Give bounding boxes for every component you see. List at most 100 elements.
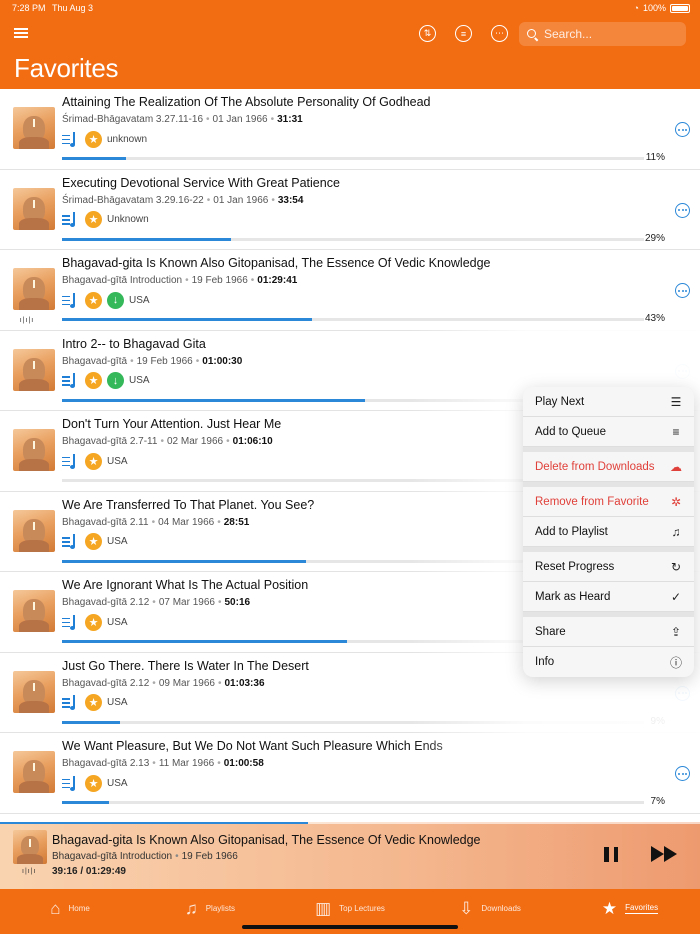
lecture-date: 09 Mar 1966 xyxy=(158,677,215,689)
lecture-progress-label: 7% xyxy=(650,796,665,807)
lecture-progress-label: 9% xyxy=(650,715,665,727)
lecture-source: Bhagavad-gītā 2.11 xyxy=(62,516,149,528)
lecture-source: Bhagavad-gītā Introduction xyxy=(62,275,183,286)
lecture-source: Bhagavad-gītā 2.13 xyxy=(62,758,150,769)
lecture-row[interactable]: Attaining The Realization Of The Absolut… xyxy=(0,89,700,170)
playlists-icon: ♫ xyxy=(184,899,198,918)
lecture-title: We Are Transferred To That Planet. You S… xyxy=(62,497,315,512)
lecture-badges: ★ ↓ USA xyxy=(62,291,150,309)
queue-icon xyxy=(62,533,80,550)
lecture-progress xyxy=(62,157,644,160)
lecture-progress xyxy=(62,801,644,804)
lecture-meta: Bhagavad-gītā 2.7-11 • 02 Mar 1966 • 01:06:1… xyxy=(62,436,273,447)
more-options-button[interactable] xyxy=(675,363,690,379)
lecture-source: Śrimad-Bhāgavatam 3.27.11-16 xyxy=(62,114,204,125)
queue-icon xyxy=(62,292,80,309)
tab-favorites[interactable]: ★ Favorites xyxy=(560,889,700,934)
lecture-artwork xyxy=(13,268,55,310)
menu-item-add-to-queue[interactable]: Add to Queue ≡ xyxy=(523,417,694,447)
menu-item-reset-progress[interactable]: Reset Progress ↻ xyxy=(523,552,694,582)
status-right: ◔ 100% xyxy=(634,3,690,13)
lecture-meta: Bhagavad-gītā 2.12 • 07 Mar 1966 • 50:16 xyxy=(62,597,251,608)
lecture-meta: Bhagavad-gītā • 19 Feb 1966 • 01:00:30 xyxy=(62,355,243,367)
search-input[interactable] xyxy=(544,27,674,41)
lecture-source: Bhagavad-gītā xyxy=(62,355,128,367)
sort-icon[interactable]: ⇅ xyxy=(419,25,436,42)
tab-label: Favorites xyxy=(625,903,659,914)
more-options-button[interactable] xyxy=(675,283,690,298)
reset-icon: ↻ xyxy=(670,559,682,574)
menu-item-label: Play Next xyxy=(535,395,585,408)
home-indicator xyxy=(242,925,458,929)
lecture-date: 07 Mar 1966 xyxy=(158,597,215,608)
lecture-row[interactable]: Executing Devotional Service With Great … xyxy=(0,170,700,250)
menu-item-share[interactable]: Share ⇪ xyxy=(523,617,694,647)
lecture-duration: 01:00:30 xyxy=(202,355,243,367)
now-playing-progress-fill xyxy=(0,822,308,824)
queue-icon xyxy=(62,211,80,228)
favorite-star-icon: ★ xyxy=(85,694,102,711)
lecture-duration: 31:31 xyxy=(277,114,303,125)
menu-item-mark-as-heard[interactable]: Mark as Heard ✓ xyxy=(523,582,694,612)
star-icon: ★ xyxy=(601,899,618,918)
lecture-title: Bhagavad-gita Is Known Also Gitopanisad,… xyxy=(62,256,491,270)
menu-item-label: Info xyxy=(535,656,555,668)
lecture-row[interactable]: We Want Pleasure, But We Do Not Want Suc… xyxy=(0,733,700,814)
lecture-date: 02 Mar 1966 xyxy=(166,436,224,447)
lecture-row[interactable]: ı|ı|ı Bhagavad-gita Is Known Also Gitopan… xyxy=(0,250,700,331)
playlist-add-icon: ♫ xyxy=(671,524,681,539)
menu-item-remove-from-favorite[interactable]: Remove from Favorite ✲ xyxy=(523,487,694,517)
lecture-progress xyxy=(62,237,644,241)
lecture-progress-fill xyxy=(62,640,348,643)
lecture-badges: ★ USA xyxy=(62,774,128,792)
menu-item-label: Reset Progress xyxy=(535,560,615,573)
more-options-button[interactable] xyxy=(675,685,690,701)
lecture-badges: ★ ↓ USA xyxy=(62,372,150,390)
menu-item-label: Delete from Downloads xyxy=(535,460,655,473)
lecture-duration: 01:06:10 xyxy=(232,436,273,447)
hamburger-menu-icon[interactable] xyxy=(14,28,28,38)
menu-item-label: Add to Queue xyxy=(535,425,606,438)
lecture-progress-fill xyxy=(62,318,313,321)
now-playing-artwork xyxy=(13,830,47,864)
lecture-meta: Śrimad-Bhāgavatam 3.27.11-16 • 01 Jan 1966… xyxy=(62,114,303,125)
status-bar: 7:28 PM Thu Aug 3 ◔ 100% xyxy=(0,3,700,15)
queue-icon xyxy=(62,453,80,470)
lecture-badges: ★ USA xyxy=(62,613,128,631)
menu-item-delete-from-downloads[interactable]: Delete from Downloads ☁ xyxy=(523,452,694,482)
ellipsis-icon[interactable]: ⋯ xyxy=(491,25,508,42)
now-playing-date: 19 Feb 1966 xyxy=(181,851,238,862)
lecture-title: Executing Devotional Service With Great … xyxy=(62,175,340,190)
lecture-date: 19 Feb 1966 xyxy=(136,355,193,367)
menu-item-label: Add to Playlist xyxy=(535,525,608,538)
bar-chart-icon: ▥ xyxy=(315,899,332,918)
favorite-star-icon: ★ xyxy=(85,613,102,631)
pause-button[interactable] xyxy=(604,847,618,862)
downloaded-icon: ↓ xyxy=(107,372,124,389)
tab-label: Downloads xyxy=(481,904,521,913)
filter-icon[interactable]: ≡ xyxy=(455,25,472,42)
lecture-duration: 33:54 xyxy=(277,194,304,206)
more-options-button[interactable] xyxy=(675,122,690,137)
now-playing-bar[interactable]: ı|ı|ı Bhagavad-gita Is Known Also Gitopa… xyxy=(0,822,700,889)
more-options-button[interactable] xyxy=(675,766,690,781)
now-playing-indicator-icon: ı|ı|ı xyxy=(19,317,35,324)
more-options-button[interactable] xyxy=(675,202,690,218)
menu-item-add-to-playlist[interactable]: Add to Playlist ♫ xyxy=(523,517,694,547)
downloaded-icon: ↓ xyxy=(107,291,124,309)
tab-label: Playlists xyxy=(205,904,236,913)
checkmark-icon: ✓ xyxy=(670,589,682,604)
lecture-artwork xyxy=(13,509,55,552)
equalizer-icon: ı|ı|ı xyxy=(22,868,37,875)
queue-icon xyxy=(62,372,80,389)
search-field[interactable] xyxy=(519,22,686,46)
menu-item-play-next[interactable]: Play Next ☰ xyxy=(523,387,694,417)
now-playing-progress[interactable] xyxy=(0,822,700,824)
tab-home[interactable]: ⌂ Home xyxy=(0,889,140,934)
now-playing-meta: Bhagavad-gītā Introduction • 19 Feb 1966 xyxy=(52,851,238,862)
menu-item-info[interactable]: Info ⓘ xyxy=(523,647,694,677)
menu-item-label: Share xyxy=(535,625,566,638)
lecture-duration: 50:16 xyxy=(224,597,251,608)
lecture-title: We Are Ignorant What Is The Actual Posit… xyxy=(62,578,309,592)
fast-forward-button[interactable] xyxy=(651,846,679,863)
